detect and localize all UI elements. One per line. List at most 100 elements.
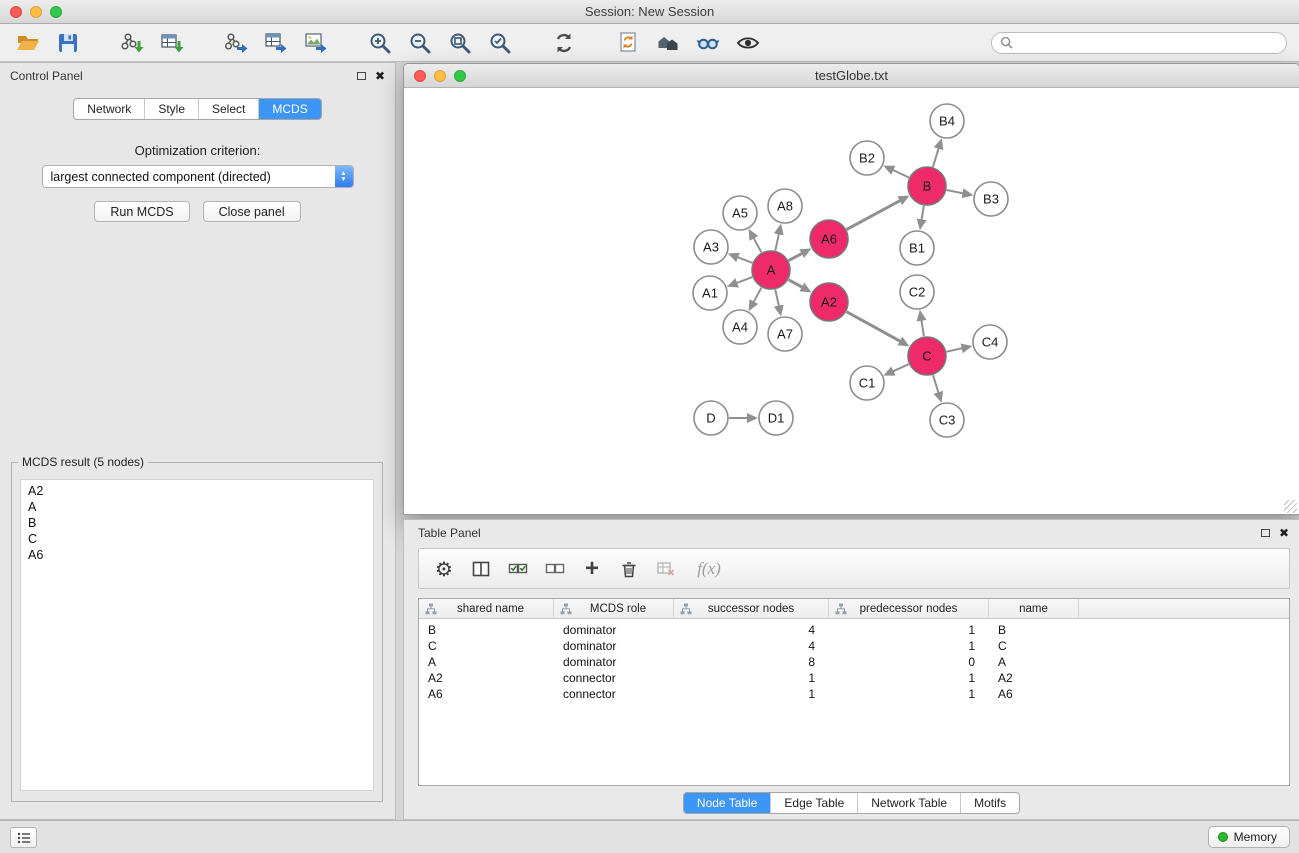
tab-motifs[interactable]: Motifs [961,793,1019,813]
delete-columns-button[interactable] [614,554,644,584]
table-cell[interactable]: C [419,639,554,653]
network-close-button[interactable] [414,70,426,82]
close-window-button[interactable] [10,6,22,18]
tab-node-table[interactable]: Node Table [684,793,772,813]
tab-mcds[interactable]: MCDS [259,99,320,119]
table-cell[interactable]: A6 [419,687,554,701]
column-header-successor-nodes[interactable]: successor nodes [674,599,829,618]
tab-network[interactable]: Network [74,99,145,119]
table-cell[interactable]: B [419,623,554,637]
mcds-result-item[interactable]: A6 [21,547,373,563]
table-cell[interactable]: 1 [829,623,989,637]
table-row[interactable]: A2connector11A2 [419,670,1289,686]
network-canvas-area[interactable]: B4B2BB3B1A5A8A6A3AC2A1A2A4A7C4CC1C3DD1 [404,88,1299,515]
table-cell[interactable]: B [989,623,1079,637]
mcds-result-item[interactable]: C [21,531,373,547]
tab-style[interactable]: Style [145,99,199,119]
table-mode-button[interactable]: ⚙ [429,554,459,584]
show-columns-button[interactable] [466,554,496,584]
graph-edge-A2-C[interactable] [847,312,902,342]
tab-network-table[interactable]: Network Table [858,793,961,813]
column-header-mcds-role[interactable]: MCDS role [554,599,674,618]
function-builder-button[interactable]: f(x) [688,554,730,584]
graph-edge-C-C3[interactable] [933,375,939,394]
graph-edge-B-B3[interactable] [947,190,965,194]
table-cell[interactable]: 1 [829,687,989,701]
delete-table-button[interactable] [651,554,681,584]
table-cell[interactable]: 1 [674,671,829,685]
graph-edge-A-A2[interactable] [789,280,804,288]
table-cell[interactable]: A [419,655,554,669]
table-cell[interactable]: dominator [554,623,674,637]
tab-select[interactable]: Select [199,99,259,119]
deselect-all-button[interactable] [540,554,570,584]
resize-grip[interactable] [1284,500,1297,513]
table-cell[interactable]: 8 [674,655,829,669]
column-header-shared-name[interactable]: shared name [419,599,554,618]
close-panel-button[interactable]: Close panel [203,201,301,222]
table-row[interactable]: A6connector11A6 [419,686,1289,702]
table-row[interactable]: Cdominator41C [419,638,1289,654]
table-cell[interactable]: dominator [554,639,674,653]
zoom-in-button[interactable] [360,28,400,58]
mcds-result-item[interactable]: A [21,499,373,515]
table-cell[interactable]: 1 [674,687,829,701]
network-zoom-button[interactable] [454,70,466,82]
graph-edge-C-C2[interactable] [921,319,924,337]
graph-edge-A-A8[interactable] [775,232,779,250]
update-network-file-button[interactable] [608,28,648,58]
graph-edge-B-B4[interactable] [933,147,939,167]
minimize-window-button[interactable] [30,6,42,18]
graph-edge-C-C4[interactable] [947,348,964,352]
graph-edge-A-A1[interactable] [735,277,752,283]
graph-edge-A-A3[interactable] [736,257,752,263]
table-cell[interactable]: A2 [419,671,554,685]
import-network-button[interactable] [112,28,152,58]
graph-edge-A-A5[interactable] [753,237,762,253]
table-cell[interactable]: A [989,655,1079,669]
close-table-panel-icon[interactable]: ✖ [1279,527,1289,539]
close-panel-icon[interactable]: ✖ [375,70,385,82]
table-cell[interactable]: C [989,639,1079,653]
graphics-details-button[interactable] [728,28,768,58]
run-mcds-button[interactable]: Run MCDS [94,201,189,222]
zoom-window-button[interactable] [50,6,62,18]
table-cell[interactable]: A2 [989,671,1079,685]
graph-edge-C-C1[interactable] [892,364,909,372]
mcds-result-item[interactable]: A2 [21,483,373,499]
zoom-out-button[interactable] [400,28,440,58]
zoom-fit-button[interactable] [440,28,480,58]
import-table-button[interactable] [152,28,192,58]
table-cell[interactable]: connector [554,671,674,685]
table-cell[interactable]: connector [554,687,674,701]
show-tasks-button[interactable] [10,827,37,848]
mcds-result-item[interactable]: B [21,515,373,531]
graph-edge-B-B2[interactable] [892,169,909,177]
search-input[interactable] [1018,36,1278,50]
graph-edge-A-A7[interactable] [775,290,779,308]
table-cell[interactable]: 4 [674,623,829,637]
zoom-selected-button[interactable] [480,28,520,58]
graph-edge-B-B1[interactable] [921,206,924,222]
create-column-button[interactable]: + [577,554,607,584]
network-window-titlebar[interactable]: testGlobe.txt [404,64,1299,88]
table-cell[interactable]: 1 [829,671,989,685]
column-header-name[interactable]: name [989,599,1079,618]
graph-edge-A-A4[interactable] [753,288,762,304]
table-cell[interactable]: dominator [554,655,674,669]
memory-button[interactable]: Memory [1208,826,1290,848]
export-network-button[interactable] [216,28,256,58]
table-cell[interactable]: 4 [674,639,829,653]
network-minimize-button[interactable] [434,70,446,82]
table-row[interactable]: Bdominator41B [419,622,1289,638]
export-table-button[interactable] [256,28,296,58]
graph-edge-A6-B[interactable] [847,200,902,230]
float-panel-icon[interactable] [357,72,366,80]
float-table-panel-icon[interactable] [1261,529,1270,537]
save-session-button[interactable] [48,28,88,58]
refresh-button[interactable] [544,28,584,58]
export-image-button[interactable] [296,28,336,58]
optimization-criterion-select[interactable]: largest connected component (directed) ▲… [42,165,354,188]
graph-edge-A-A6[interactable] [789,253,804,261]
open-session-button[interactable] [8,28,48,58]
